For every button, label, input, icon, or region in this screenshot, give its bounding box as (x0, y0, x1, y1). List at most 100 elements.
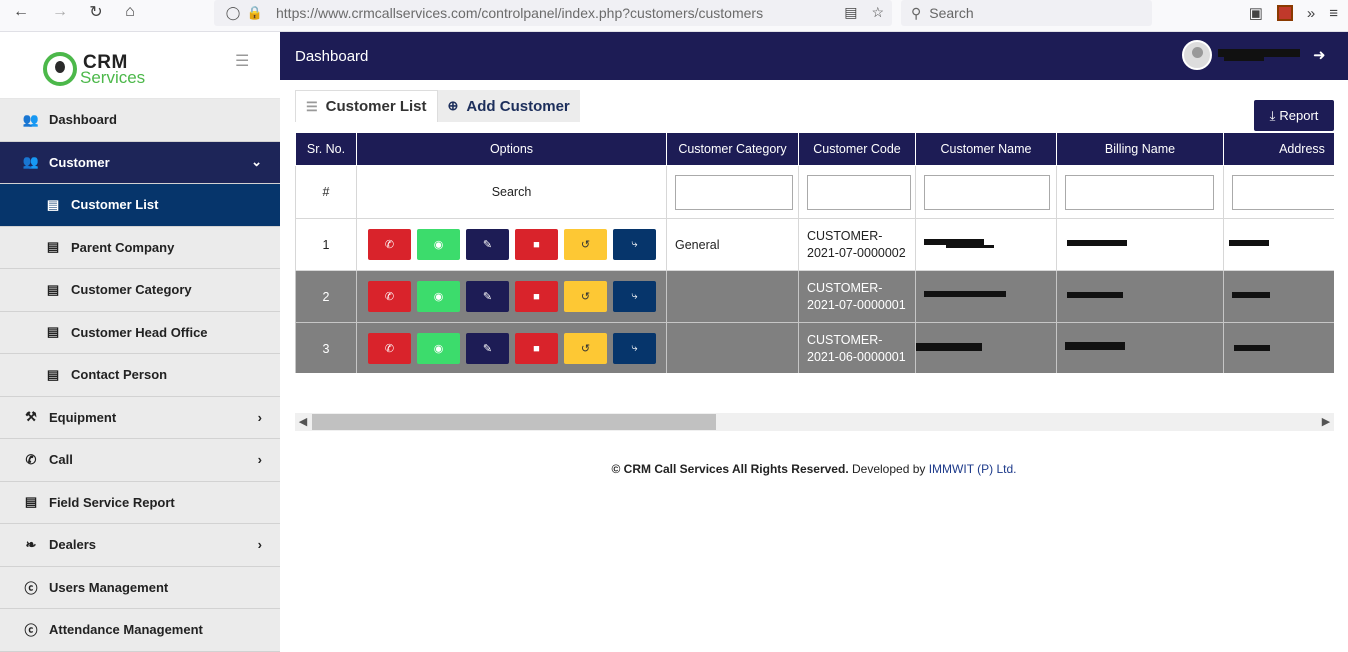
browser-search-input[interactable]: ⚲ Search (901, 0, 1152, 26)
col-header[interactable]: Customer Category (666, 132, 799, 166)
edit-button[interactable]: ✎ (466, 333, 509, 364)
sidebar-item-dealers[interactable]: ❧ Dealers › (0, 524, 280, 567)
report-button[interactable]: ⤓ Report (1254, 100, 1334, 131)
col-header[interactable]: Customer Code (798, 132, 916, 166)
sidebar-item-call[interactable]: ✆ Call › (0, 439, 280, 482)
history-button[interactable]: ↺ (564, 281, 607, 312)
scroll-left-icon[interactable]: ◀ (295, 414, 311, 430)
phone-icon: ✆ (384, 343, 395, 355)
sidebar-item-contact-person[interactable]: ▤ Contact Person (0, 354, 280, 397)
reload-icon[interactable]: ↻ (79, 0, 113, 24)
address-filter-input[interactable] (1232, 174, 1334, 210)
address-redacted (1223, 322, 1334, 373)
shield-icon[interactable]: ◯ (222, 5, 244, 21)
tools-icon: ⚒ (25, 409, 37, 425)
col-header[interactable]: Customer Name (915, 132, 1057, 166)
scroll-thumb[interactable] (312, 414, 716, 430)
sidebar-item-field-service-report[interactable]: ▤ Field Service Report (0, 481, 280, 524)
pocket-icon[interactable]: ▣ (1249, 4, 1263, 22)
customer-name-redacted (915, 218, 1057, 271)
footer-company-link[interactable]: IMMWIT (P) Ltd. (929, 462, 1017, 476)
history-button[interactable]: ↺ (564, 229, 607, 260)
delete-button[interactable]: ■ (515, 229, 558, 260)
sidebar-item-equipment[interactable]: ⚒ Equipment › (0, 396, 280, 439)
sr-cell: 3 (295, 322, 357, 373)
sr-cell: 2 (295, 270, 357, 323)
sidebar-item-customer-head-office[interactable]: ▤ Customer Head Office (0, 311, 280, 354)
branch-button[interactable]: ⤷ (613, 333, 656, 364)
call-button[interactable]: ✆ (368, 229, 411, 260)
sidebar: CRM Services ☰ 👥 Dashboard 👥 Customer ⌄ … (0, 32, 280, 652)
name-filter-input[interactable] (924, 174, 1050, 210)
customer-table: Sr. No. Options Customer Category Custom… (295, 132, 1334, 373)
sidebar-item-customer-list[interactable]: ▤ Customer List (0, 184, 280, 227)
chevron-right-icon: › (257, 537, 262, 553)
sidebar-item-parent-company[interactable]: ▤ Parent Company (0, 226, 280, 269)
phone-icon: ✆ (384, 291, 395, 303)
leaf-icon: ❧ (25, 536, 37, 552)
view-button[interactable]: ◉ (417, 333, 460, 364)
delete-button[interactable]: ■ (515, 333, 558, 364)
search-row-sr: # (295, 165, 357, 219)
category-filter-input[interactable] (675, 174, 793, 210)
call-button[interactable]: ✆ (368, 333, 411, 364)
trash-icon: ■ (533, 290, 540, 303)
horizontal-scrollbar[interactable]: ◀ ▶ (295, 413, 1334, 431)
sidebar-item-label: Field Service Report (49, 494, 175, 510)
bookmark-star-icon[interactable]: ☆ (871, 4, 884, 21)
sidebar-item-attendance-management[interactable]: ⓒ Attendance Management (0, 609, 280, 652)
customer-name-redacted (915, 322, 1057, 373)
code-line1: CUSTOMER- (807, 332, 883, 347)
edit-button[interactable]: ✎ (466, 229, 509, 260)
home-icon[interactable]: ⌂ (113, 0, 147, 24)
sidebar-item-dashboard[interactable]: 👥 Dashboard (0, 99, 280, 142)
hamburger-icon[interactable]: ☰ (235, 51, 249, 71)
list-icon: ☰ (306, 98, 318, 114)
search-row-options: Search (356, 165, 667, 219)
col-header[interactable]: Options (356, 132, 667, 166)
url-text[interactable]: https://www.crmcallservices.com/controlp… (276, 5, 763, 21)
delete-button[interactable]: ■ (515, 281, 558, 312)
doc-icon: ▤ (46, 281, 60, 297)
call-button[interactable]: ✆ (368, 281, 411, 312)
col-header[interactable]: Billing Name (1056, 132, 1224, 166)
col-header[interactable]: Sr. No. (295, 132, 357, 166)
branch-button[interactable]: ⤷ (613, 229, 656, 260)
code-filter-input[interactable] (807, 174, 912, 210)
overflow-icon[interactable]: » (1307, 5, 1315, 22)
extension-icon[interactable] (1276, 5, 1293, 21)
history-button[interactable]: ↺ (564, 333, 607, 364)
sidebar-item-customer-category[interactable]: ▤ Customer Category (0, 269, 280, 312)
sidebar-item-customer[interactable]: 👥 Customer ⌄ (0, 141, 280, 184)
logo[interactable]: CRM Services ☰ (0, 32, 280, 99)
lock-icon[interactable]: 🔒 (244, 5, 266, 21)
back-icon[interactable]: ← (4, 0, 38, 24)
filter-cell (798, 165, 916, 219)
cc-icon: ⓒ (24, 580, 38, 596)
url-bar[interactable]: ◯ 🔒 https://www.crmcallservices.com/cont… (214, 0, 892, 26)
col-header[interactable]: Address (1223, 132, 1334, 166)
branch-button[interactable]: ⤷ (613, 281, 656, 312)
forward-icon[interactable]: → (43, 0, 77, 24)
view-button[interactable]: ◉ (417, 229, 460, 260)
view-button[interactable]: ◉ (417, 281, 460, 312)
reader-view-icon[interactable]: ▤ (844, 4, 857, 21)
avatar[interactable] (1182, 40, 1212, 70)
headset-logo-icon (43, 52, 77, 86)
code-line2: 2021-07-0000002 (807, 245, 906, 260)
logout-icon[interactable]: ➜ (1313, 46, 1326, 64)
page-title: Dashboard (295, 48, 369, 65)
sidebar-item-users-management[interactable]: ⓒ Users Management (0, 566, 280, 609)
tab-customer-list[interactable]: ☰ Customer List (295, 90, 438, 122)
billing-filter-input[interactable] (1065, 174, 1215, 210)
tab-add-customer[interactable]: ⊕ Add Customer (437, 90, 580, 122)
menu-icon[interactable]: ≡ (1329, 5, 1338, 22)
user-name-redacted[interactable] (1218, 47, 1300, 63)
table-row: 2 ✆ ◉ ✎ ■ ↺ ⤷ CUSTOMER- 2021-07-0000001 (295, 270, 1334, 323)
sr-cell: 1 (295, 218, 357, 271)
sidebar-item-label: Attendance Management (49, 622, 203, 638)
sidebar-item-label: Dashboard (49, 112, 117, 128)
edit-button[interactable]: ✎ (466, 281, 509, 312)
top-header: Dashboard ➜ (280, 32, 1348, 80)
scroll-right-icon[interactable]: ▶ (1318, 414, 1334, 430)
